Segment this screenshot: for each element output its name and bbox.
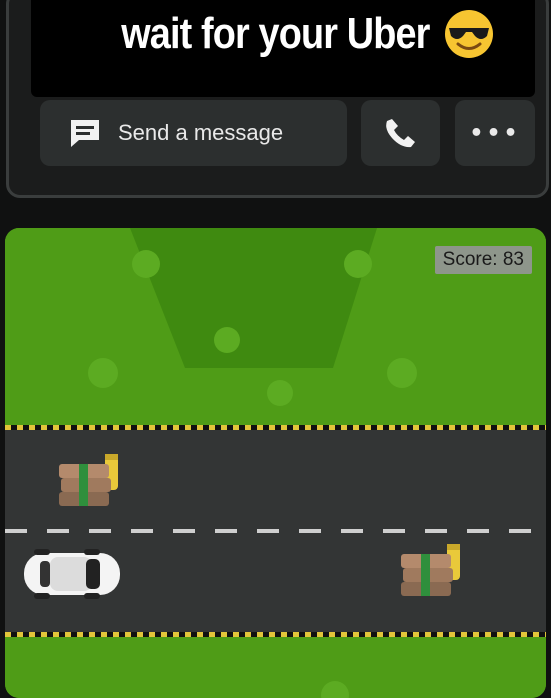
call-driver-button[interactable]: [361, 100, 440, 166]
message-icon: [71, 120, 99, 147]
phone-icon: [385, 119, 415, 148]
score-display: Score: 83: [434, 246, 532, 274]
lane-divider: [5, 529, 546, 533]
send-message-button[interactable]: Send a message: [40, 100, 347, 166]
banner-content: wait for your Uber: [31, 0, 535, 69]
wait-game-area[interactable]: Score: 83: [5, 228, 546, 698]
car-icon[interactable]: [20, 543, 124, 605]
smiling-face-with-sunglasses-icon: [445, 10, 494, 58]
promo-banner: wait for your Uber: [31, 0, 535, 97]
banner-headline: wait for your Uber: [120, 9, 430, 58]
road: [5, 425, 546, 637]
more-dots-icon: •••: [469, 120, 521, 146]
more-options-button[interactable]: •••: [455, 100, 535, 166]
cash-stack-icon: [401, 544, 460, 596]
driver-contact-card: wait for your Uber Send a message •••: [6, 0, 549, 198]
cash-stack-icon: [59, 454, 118, 506]
grass-field-top: Score: 83: [5, 228, 546, 425]
send-message-label: Send a message: [118, 120, 284, 145]
road-edge-top: [5, 425, 546, 430]
